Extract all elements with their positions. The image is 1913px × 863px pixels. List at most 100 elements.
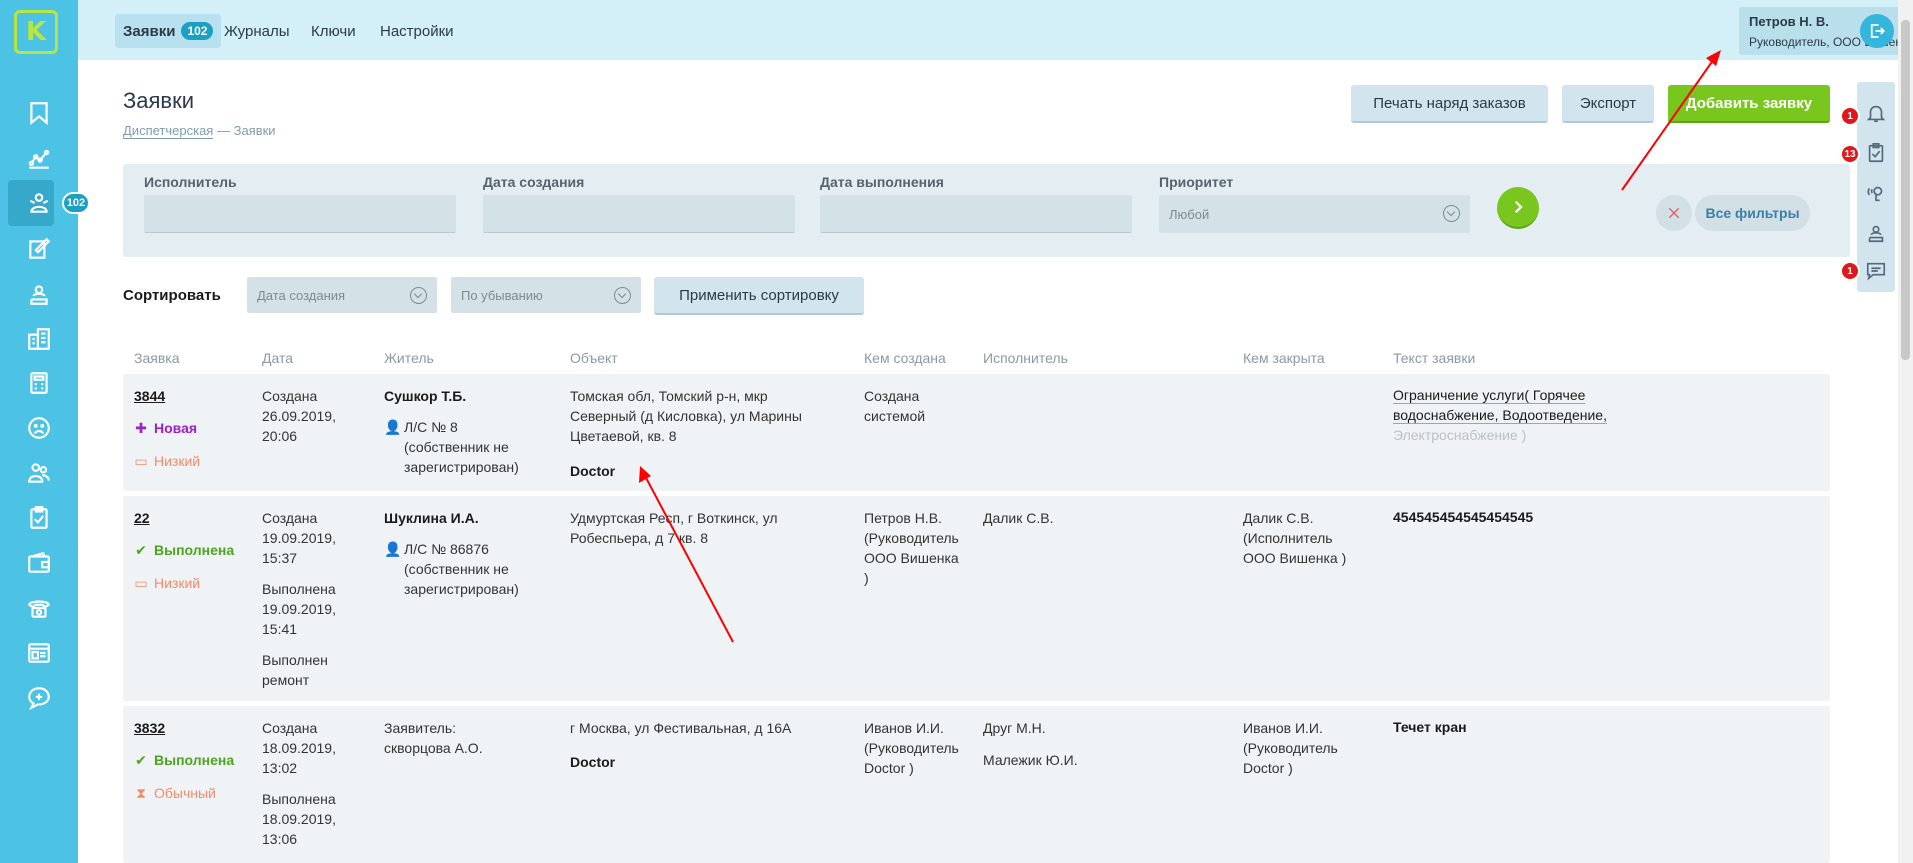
- address-line: Цветаевой, кв. 8: [570, 428, 677, 444]
- dashboard-icon[interactable]: [0, 630, 78, 676]
- col-header-resident[interactable]: Житель: [384, 350, 434, 366]
- sort-order-select[interactable]: По убыванию: [451, 277, 641, 313]
- clear-filters-button[interactable]: [1656, 195, 1692, 231]
- complaint-icon[interactable]: [0, 405, 78, 451]
- tab-keys[interactable]: Ключи: [303, 14, 364, 48]
- buildings-icon[interactable]: [0, 316, 78, 362]
- executor-filter-input[interactable]: [144, 195, 456, 233]
- tab-journals-label: Журналы: [224, 22, 290, 40]
- date-line: ремонт: [262, 672, 310, 688]
- all-filters-button[interactable]: Все фильтры: [1695, 195, 1810, 231]
- done-date-filter-input[interactable]: [820, 195, 1132, 233]
- date-line: 19.09.2019,: [262, 530, 336, 546]
- priority-text: Низкий: [154, 575, 201, 591]
- broadcast-icon[interactable]: [1857, 174, 1895, 212]
- priority-filter-label: Приоритет: [1159, 174, 1234, 190]
- edit-journal-icon[interactable]: [0, 226, 78, 272]
- tab-requests-label: Заявки: [123, 22, 176, 40]
- apply-sort-button[interactable]: Применить сортировку: [654, 277, 864, 315]
- account-line: Л/С № 86876: [404, 541, 489, 557]
- bell-icon[interactable]: [1857, 94, 1895, 132]
- closed-by-line: Иванов И.И.: [1243, 720, 1323, 736]
- date-line: 19.09.2019,: [262, 601, 336, 617]
- executor-line: Малежик Ю.И.: [983, 752, 1078, 768]
- breadcrumb-current: Заявки: [233, 123, 276, 138]
- add-request-button[interactable]: Добавить заявку: [1668, 85, 1830, 123]
- users-icon[interactable]: [0, 450, 78, 496]
- add-chat-icon[interactable]: [0, 675, 78, 721]
- page-title: Заявки: [123, 88, 195, 113]
- chevron-down-icon: [1443, 205, 1460, 222]
- dispatcher-icon[interactable]: [0, 271, 78, 317]
- sort-field-select[interactable]: Дата создания: [247, 277, 437, 313]
- apply-filters-button[interactable]: [1497, 187, 1539, 229]
- object-address: Удмуртская Респ, г Воткинск, ул Робеспье…: [570, 508, 778, 548]
- request-text[interactable]: 454545454545454545: [1393, 507, 1533, 527]
- wallet-icon[interactable]: [0, 540, 78, 586]
- resident-account: 👤 Л/С № 86876 (собственник не зарегистрир…: [384, 539, 519, 599]
- closed-by-line: Далик С.В.: [1243, 510, 1314, 526]
- request-id-link[interactable]: 3844: [134, 386, 165, 406]
- resident-name: Шуклина И.А.: [384, 510, 479, 526]
- dispatcher-small-icon[interactable]: [1857, 214, 1895, 252]
- breadcrumb: Диспетчерская — Заявки: [123, 123, 276, 139]
- request-text-link[interactable]: Ограничение услуги( Горячее водоснабжени…: [1393, 385, 1607, 445]
- calculator-icon[interactable]: [0, 360, 78, 406]
- account-line: Л/С № 8: [404, 419, 458, 435]
- logout-button[interactable]: [1860, 14, 1894, 48]
- priority-badge: ▭ Низкий: [134, 451, 200, 471]
- request-id-link[interactable]: 22: [134, 508, 150, 528]
- col-header-executor[interactable]: Исполнитель: [983, 350, 1068, 366]
- request-text[interactable]: Течет кран: [1393, 717, 1467, 737]
- tab-settings[interactable]: Настройки: [372, 14, 462, 48]
- flag-icon[interactable]: [0, 90, 78, 136]
- col-header-created-by[interactable]: Кем создана: [864, 350, 946, 366]
- created-by-line: системой: [864, 408, 926, 424]
- filter-panel: Исполнитель Дата создания Дата выполнени…: [123, 164, 1850, 257]
- phone-icon[interactable]: [0, 585, 78, 631]
- col-header-closed-by[interactable]: Кем закрыта: [1243, 350, 1325, 366]
- priority-filter-select[interactable]: Любой: [1159, 195, 1470, 233]
- priority-text: Низкий: [154, 453, 201, 469]
- created-by-line: Doctor ): [864, 760, 914, 776]
- tab-journals[interactable]: Журналы: [216, 14, 298, 48]
- table-row[interactable]: [123, 496, 1830, 701]
- executor-cell: Друг М.Н. Малежик Ю.И.: [983, 718, 1078, 770]
- col-header-object[interactable]: Объект: [570, 350, 618, 366]
- created-by-cell: Петров Н.В. (Руководитель ООО Вишенка ): [864, 508, 959, 588]
- logout-icon: [1870, 24, 1886, 38]
- tasks-check-icon[interactable]: [1857, 134, 1895, 172]
- closed-by-line: (Исполнитель: [1243, 530, 1333, 546]
- account-line: зарегистрирован): [404, 459, 519, 475]
- print-orders-button[interactable]: Печать наряд заказов: [1351, 85, 1548, 123]
- date-line: Создана: [262, 388, 318, 404]
- analytics-icon[interactable]: [0, 136, 78, 182]
- col-header-request[interactable]: Заявка: [134, 350, 179, 366]
- export-button[interactable]: Экспорт: [1562, 85, 1654, 123]
- done-date-filter-label: Дата выполнения: [820, 174, 944, 190]
- address-line: Северный (д Кисловка), ул Марины: [570, 408, 802, 424]
- date-line: 18.09.2019,: [262, 811, 336, 827]
- account-line: (собственник не: [404, 561, 509, 577]
- table-row[interactable]: [123, 706, 1830, 863]
- text-line: водоснабжение, Водоотведение,: [1393, 407, 1607, 424]
- status-text: Выполнена: [154, 752, 235, 768]
- close-icon: [1668, 207, 1680, 219]
- created-date-filter-input[interactable]: [483, 195, 795, 233]
- col-header-date[interactable]: Дата: [262, 350, 293, 366]
- page-scrollbar[interactable]: [1898, 0, 1913, 863]
- app-logo[interactable]: K: [14, 10, 58, 54]
- chat-icon[interactable]: [1857, 252, 1895, 290]
- closed-by-line: Doctor ): [1243, 760, 1293, 776]
- col-header-text[interactable]: Текст заявки: [1393, 350, 1475, 366]
- person-icon: 👤: [384, 541, 402, 557]
- tab-requests[interactable]: Заявки 102: [115, 14, 222, 48]
- breadcrumb-root[interactable]: Диспетчерская: [123, 123, 214, 139]
- tasks-icon[interactable]: [0, 495, 78, 541]
- request-id-link[interactable]: 3832: [134, 718, 165, 738]
- created-by-line: Иванов И.И.: [864, 720, 944, 736]
- archive-box-icon: ▭: [134, 453, 148, 469]
- scroll-thumb[interactable]: [1901, 20, 1910, 360]
- created-by-cell: Иванов И.И. (Руководитель Doctor ): [864, 718, 959, 778]
- date-line: Выполнена: [262, 581, 336, 597]
